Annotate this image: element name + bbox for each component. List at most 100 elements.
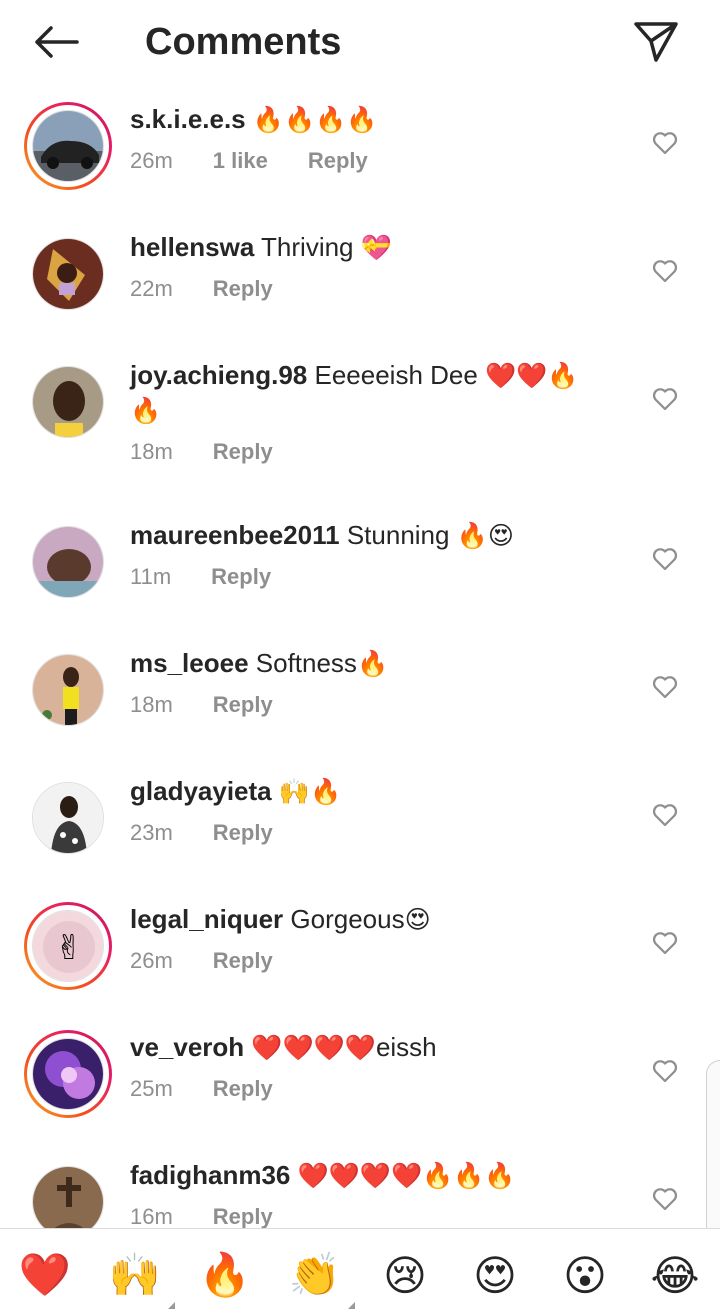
avatar-container[interactable]: [24, 774, 112, 862]
comment-time: 26m: [130, 148, 173, 173]
heart-outline-icon: [652, 676, 678, 699]
like-comment-button[interactable]: [650, 672, 680, 702]
heart-outline-icon: [652, 1188, 678, 1211]
comment-text: eissh: [375, 1032, 437, 1062]
reply-button[interactable]: Reply: [211, 563, 271, 591]
comment-emoji: 🔥🔥🔥🔥: [252, 105, 378, 134]
comment-emoji: 🔥: [356, 649, 389, 678]
comment-username[interactable]: s.k.i.e.e.s: [130, 104, 246, 134]
avatar-container[interactable]: [24, 518, 112, 606]
avatar-story-ring[interactable]: ✌: [24, 902, 112, 990]
like-comment-button[interactable]: [650, 256, 680, 286]
comment-username[interactable]: maureenbee2011: [130, 520, 340, 550]
comment-emoji: 🔥😍: [456, 521, 514, 550]
comment-item: joy.achieng.98 Eeeeeish Dee ❤️❤️🔥 🔥 18m …: [0, 342, 720, 502]
avatar: [32, 654, 104, 726]
comment-username[interactable]: ms_leoee: [130, 648, 249, 678]
arrow-left-icon: [35, 26, 79, 58]
comment-item: fadighanm36 ❤️❤️❤️❤️🔥🔥🔥 16m Reply: [0, 1142, 720, 1228]
more-variants-indicator: [168, 1302, 175, 1309]
comment-username[interactable]: fadighanm36: [130, 1160, 290, 1190]
avatar: [32, 782, 104, 854]
paper-plane-icon: [634, 22, 678, 62]
comment-emoji: ❤️❤️❤️❤️🔥🔥🔥: [297, 1161, 516, 1190]
like-comment-button[interactable]: [650, 1056, 680, 1086]
reaction-fire-button[interactable]: 🔥: [195, 1249, 255, 1301]
comment-time: 18m: [130, 692, 173, 717]
heart-outline-icon: [652, 1060, 678, 1083]
avatar: [32, 238, 104, 310]
comment-time: 16m: [130, 1204, 173, 1228]
avatar: ✌: [32, 910, 104, 982]
back-button[interactable]: [28, 20, 84, 64]
more-variants-indicator: [348, 1302, 355, 1309]
reaction-heart-eyes-button[interactable]: 😍: [465, 1249, 525, 1301]
avatar-story-ring[interactable]: [24, 1030, 112, 1118]
comment-emoji: ❤️❤️🔥: [485, 361, 579, 390]
comment-likes-link[interactable]: 1 like: [213, 147, 268, 175]
comment-text: Eeeeeish Dee: [314, 360, 478, 390]
comment-emoji: 🙌🔥: [278, 777, 342, 806]
heart-outline-icon: [652, 132, 678, 155]
clapping-hands-icon: 👏: [288, 1250, 342, 1299]
like-comment-button[interactable]: [650, 928, 680, 958]
comment-username[interactable]: hellenswa: [130, 232, 254, 262]
comment-time: 22m: [130, 276, 173, 301]
share-button[interactable]: [630, 18, 682, 66]
reply-button[interactable]: Reply: [213, 275, 273, 303]
reaction-raised-hands-button[interactable]: 🙌: [105, 1249, 175, 1309]
reply-button[interactable]: Reply: [213, 947, 273, 975]
heart-outline-icon: [652, 260, 678, 283]
reply-button[interactable]: Reply: [213, 819, 273, 847]
reaction-surprised-button[interactable]: 😮: [555, 1249, 615, 1301]
like-comment-button[interactable]: [650, 800, 680, 830]
heart-outline-icon: [652, 388, 678, 411]
comment-time: 18m: [130, 439, 173, 464]
quick-reaction-bar: ❤️ 🙌 🔥 👏 😢 😍 😮 😂: [0, 1228, 720, 1315]
reply-button[interactable]: Reply: [213, 438, 273, 466]
reply-button[interactable]: Reply: [213, 1075, 273, 1103]
comment-item: s.k.i.e.e.s 🔥🔥🔥🔥 26m 1 like Reply: [0, 86, 720, 214]
heart-outline-icon: [652, 932, 678, 955]
reply-button[interactable]: Reply: [213, 1203, 273, 1228]
comment-username[interactable]: legal_niquer: [130, 904, 283, 934]
comment-item: gladyayieta 🙌🔥 23m Reply: [0, 758, 720, 886]
comment-text: Gorgeous: [290, 904, 405, 934]
comment-emoji-continued: 🔥: [130, 396, 162, 425]
app-header: Comments: [0, 0, 720, 86]
comments-list: s.k.i.e.e.s 🔥🔥🔥🔥 26m 1 like Reply hellen…: [0, 86, 720, 1228]
reaction-laughing-button[interactable]: 😂: [645, 1249, 705, 1301]
avatar: [32, 1038, 104, 1110]
avatar: [32, 1166, 104, 1228]
reaction-crying-button[interactable]: 😢: [375, 1249, 435, 1301]
comment-item: ✌ legal_niquer Gorgeous😍 26m Reply: [0, 886, 720, 1014]
avatar: [32, 526, 104, 598]
avatar-container[interactable]: [24, 230, 112, 318]
like-comment-button[interactable]: [650, 544, 680, 574]
comment-text: Softness: [255, 648, 357, 678]
reaction-heart-button[interactable]: ❤️: [15, 1249, 75, 1301]
comment-text: Stunning: [346, 520, 450, 550]
comment-item: ve_veroh ❤️❤️❤️❤️eissh 25m Reply: [0, 1014, 720, 1142]
avatar-story-ring[interactable]: [24, 102, 112, 190]
scroll-handle[interactable]: [706, 1060, 720, 1240]
reply-button[interactable]: Reply: [308, 147, 368, 175]
comment-emoji: ❤️❤️❤️❤️: [251, 1033, 376, 1062]
raised-hands-icon: 🙌: [108, 1250, 162, 1299]
like-comment-button[interactable]: [650, 1184, 680, 1214]
comment-emoji: 💝: [360, 233, 392, 262]
like-comment-button[interactable]: [650, 128, 680, 158]
comment-item: hellenswa Thriving 💝 22m Reply: [0, 214, 720, 342]
avatar-container[interactable]: [24, 1158, 112, 1228]
comment-username[interactable]: joy.achieng.98: [130, 360, 307, 390]
avatar-container[interactable]: [24, 358, 112, 446]
comment-username[interactable]: gladyayieta: [130, 776, 272, 806]
comment-username[interactable]: ve_veroh: [130, 1032, 244, 1062]
reply-button[interactable]: Reply: [213, 691, 273, 719]
heart-outline-icon: [652, 548, 678, 571]
avatar: [32, 366, 104, 438]
comment-item: maureenbee2011 Stunning 🔥😍 11m Reply: [0, 502, 720, 630]
reaction-clap-button[interactable]: 👏: [285, 1249, 355, 1309]
like-comment-button[interactable]: [650, 384, 680, 414]
avatar-container[interactable]: [24, 646, 112, 734]
